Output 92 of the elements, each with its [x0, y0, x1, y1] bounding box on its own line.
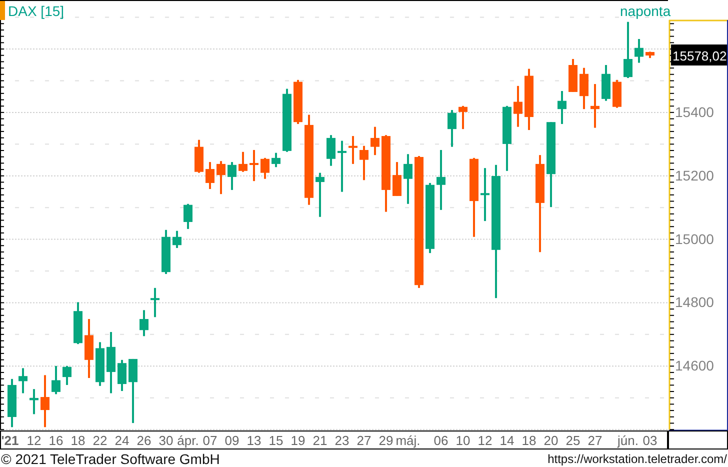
candle	[172, 230, 182, 248]
axis-label: 16	[48, 433, 64, 448]
candle	[360, 146, 368, 180]
axis-label: 15000	[675, 230, 714, 247]
axis-label: 30	[158, 433, 174, 448]
axis-label: 14	[500, 433, 514, 448]
candle	[370, 126, 380, 156]
candle	[480, 168, 490, 222]
axis-label: máj.	[396, 433, 420, 448]
candle	[448, 110, 456, 147]
candle	[326, 135, 336, 166]
axis-label: 24	[114, 433, 130, 448]
period-label: naponta	[620, 3, 671, 19]
axis-label: 09	[224, 433, 240, 448]
candle	[272, 152, 280, 168]
copyright-text: © 2021 TeleTrader Software GmbH	[1, 450, 220, 466]
axis-label: jún.	[618, 433, 638, 448]
axis-label: 27	[588, 433, 602, 448]
candle	[282, 88, 292, 152]
candle	[458, 106, 468, 130]
instrument-label: DAX [15]	[8, 3, 64, 19]
candle	[206, 162, 214, 189]
candle	[612, 80, 622, 108]
axis-label: 18	[522, 433, 536, 448]
candle	[40, 375, 50, 428]
axis-label: 15200	[675, 167, 714, 184]
candle	[590, 84, 600, 128]
price-label: 15578,02	[671, 44, 727, 66]
candle	[316, 172, 324, 217]
candle	[404, 154, 412, 204]
axis-label: 25	[566, 433, 580, 448]
axis-label: ápr.	[177, 433, 199, 448]
candle	[558, 91, 566, 124]
candle	[260, 158, 270, 179]
candle	[216, 161, 226, 194]
axis-label: 21	[312, 433, 328, 448]
axis-label: 19	[290, 433, 306, 448]
candle	[128, 358, 138, 424]
axis-label: 26	[136, 433, 152, 448]
candle	[30, 389, 38, 414]
axis-label: 23	[334, 433, 350, 448]
candle	[436, 150, 446, 210]
candle	[392, 162, 402, 196]
candle	[52, 366, 60, 394]
candle	[8, 378, 16, 428]
axis-label: 13	[246, 433, 262, 448]
axis-label: 29	[378, 433, 394, 448]
axis-label: 03	[642, 433, 658, 448]
candle	[580, 68, 588, 110]
candle	[238, 152, 248, 172]
candle	[624, 22, 632, 78]
candle	[426, 182, 434, 254]
candle	[514, 86, 522, 127]
candle	[106, 332, 116, 394]
axis-label: 10	[456, 433, 470, 448]
candle	[96, 342, 104, 386]
candle	[338, 140, 346, 192]
candle	[602, 65, 610, 101]
candle	[294, 80, 302, 124]
candle	[140, 310, 148, 336]
candle	[62, 366, 72, 385]
axis-label: 14600	[675, 358, 714, 374]
candle	[162, 230, 170, 274]
candle	[84, 319, 94, 378]
axis-label: 14800	[675, 294, 714, 310]
axis-label: 12	[478, 433, 492, 448]
instrument-marker	[0, 1, 5, 20]
candle	[524, 68, 534, 130]
candle	[228, 162, 236, 190]
axis-label: 22	[92, 433, 108, 448]
candle	[646, 52, 654, 58]
axis-label: 07	[202, 433, 218, 448]
axis-label: 18	[70, 433, 86, 448]
axis-label: 12	[26, 433, 42, 448]
axis-label: 27	[356, 433, 372, 448]
candle	[250, 150, 258, 182]
candle	[184, 204, 192, 229]
axis-label: 15	[268, 433, 284, 448]
candle	[118, 360, 126, 391]
candle	[74, 302, 82, 344]
candle	[348, 136, 358, 164]
website-url: https://workstation.teletrader.com/	[548, 452, 727, 466]
axis-label: '21	[1, 433, 19, 448]
candle	[502, 106, 512, 171]
axis-label: 20	[544, 433, 558, 448]
candle	[150, 288, 160, 318]
candle	[194, 140, 204, 173]
axis-label: 06	[434, 433, 448, 448]
candle	[634, 39, 644, 63]
candle	[18, 368, 28, 394]
candle	[568, 58, 578, 92]
axis-label: 15400	[675, 104, 714, 120]
